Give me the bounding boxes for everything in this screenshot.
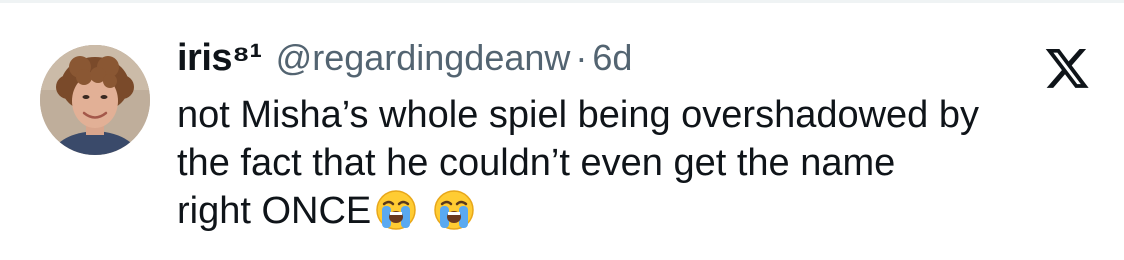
tweet-card[interactable]: iris⁸¹ @regardingdeanw · 6d not Misha’s … bbox=[0, 3, 1124, 260]
loudly-crying-face-icon bbox=[434, 190, 475, 230]
tweet-text: not Misha’s whole spiel being overshadow… bbox=[177, 91, 1102, 235]
tweet-content: iris⁸¹ @regardingdeanw · 6d not Misha’s … bbox=[177, 37, 1097, 235]
avatar-image bbox=[40, 45, 150, 155]
tweet-text-fragment: right ONCE bbox=[177, 190, 372, 232]
tweet-text-line-last: right ONCE bbox=[177, 187, 1102, 235]
tweet-text-line: not Misha’s whole spiel being overshadow… bbox=[177, 94, 980, 136]
avatar[interactable] bbox=[40, 45, 150, 155]
loudly-crying-face-icon bbox=[376, 190, 417, 230]
timestamp[interactable]: 6d bbox=[592, 37, 632, 79]
display-name[interactable]: iris⁸¹ bbox=[177, 37, 262, 80]
tweet-header: iris⁸¹ @regardingdeanw · 6d bbox=[177, 37, 1097, 87]
tweet-text-line: the fact that he couldn’t even get the n… bbox=[177, 142, 896, 184]
x-logo-icon[interactable] bbox=[1045, 49, 1089, 89]
user-handle[interactable]: @regardingdeanw bbox=[276, 37, 571, 79]
separator-dot: · bbox=[575, 37, 588, 78]
